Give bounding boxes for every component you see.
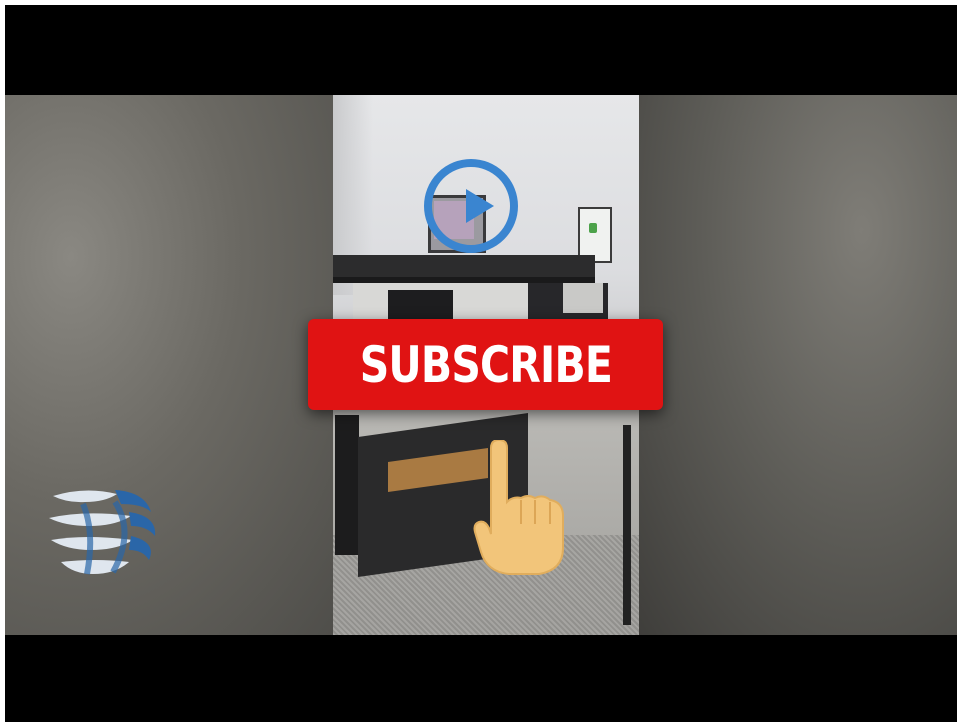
- stand-pole: [623, 425, 631, 625]
- play-icon: [466, 189, 494, 223]
- pointing-hand-icon: [473, 440, 564, 575]
- blurred-background-right: [639, 95, 957, 635]
- subscribe-label: SUBSCRIBE: [359, 335, 612, 394]
- globe-logo-icon: [49, 490, 156, 575]
- desk-top: [333, 255, 595, 277]
- tablet-indicator: [589, 223, 597, 233]
- chair: [388, 290, 453, 320]
- desk-leg: [335, 415, 359, 555]
- subscribe-button[interactable]: SUBSCRIBE: [308, 319, 663, 410]
- letterbox-top: [5, 5, 957, 95]
- letterbox-bottom: [5, 635, 957, 722]
- chair-back: [563, 283, 603, 313]
- play-button[interactable]: [424, 159, 518, 253]
